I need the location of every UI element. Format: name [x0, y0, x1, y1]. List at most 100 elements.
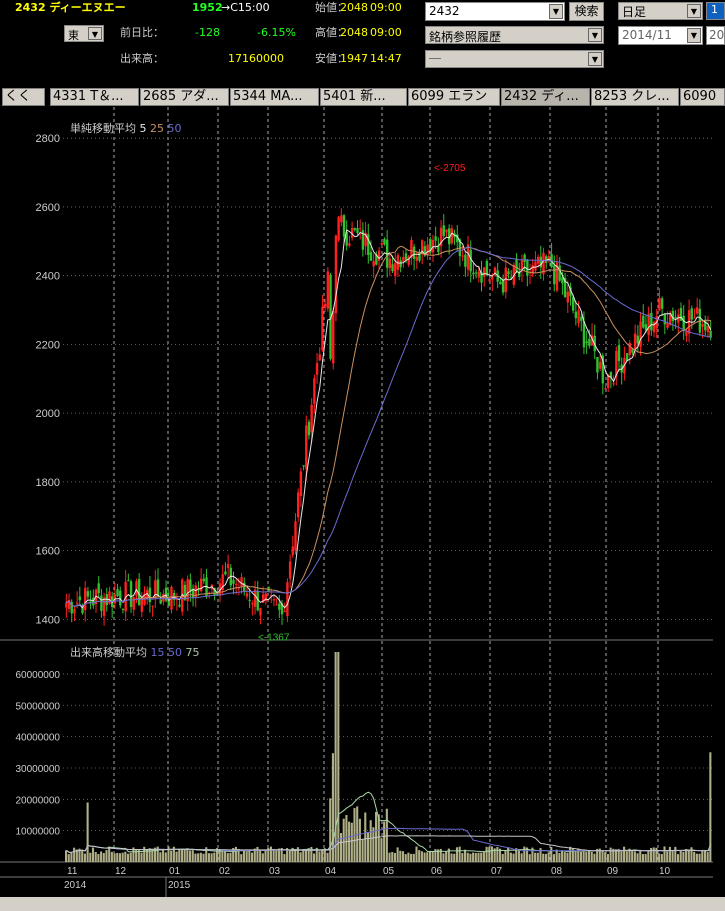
volume-bar [94, 851, 97, 862]
volume-bar [326, 852, 329, 862]
volume-bar [474, 852, 477, 862]
volume-bar [410, 853, 413, 862]
volume-bar [288, 850, 291, 862]
search-button[interactable]: 検索 [569, 2, 604, 21]
candle-body [326, 271, 330, 309]
volume-bar [269, 846, 272, 862]
candle-body [391, 264, 394, 272]
volume-bar [401, 851, 405, 862]
candle-body [437, 246, 440, 253]
x-tick-label: 09 [607, 866, 619, 877]
candle-body [342, 215, 346, 237]
tab-8253[interactable]: 8253 クレ... [591, 88, 679, 106]
volume-bar [380, 838, 383, 862]
candle-body [310, 404, 313, 433]
candle-body [340, 215, 343, 223]
current-price: 1952 [192, 1, 223, 14]
volume-bar [113, 853, 116, 862]
candle-body [499, 281, 502, 285]
candle-body [135, 581, 138, 597]
horizontal-scrollbar[interactable] [0, 897, 725, 911]
volume-bar [221, 850, 224, 862]
tab-2685[interactable]: 2685 アダ... [140, 88, 229, 106]
volume-bar [229, 852, 232, 862]
volume-bar [294, 849, 297, 862]
low-price: 1947 [340, 52, 368, 65]
tab-back[interactable]: くく [2, 88, 45, 106]
candle-body [78, 596, 82, 601]
volume-bar [450, 853, 453, 862]
chart-area[interactable]: 11 12 01 02 03 04 05 06 07 08 09 10 2014 2015 1400 1600… [0, 107, 713, 897]
candle-body [588, 338, 591, 346]
volume-bar [455, 847, 458, 862]
candle-body [493, 267, 497, 273]
volume-bar [485, 846, 488, 862]
volume-bar [466, 852, 469, 862]
volume-bar [561, 850, 564, 862]
candle-body [65, 602, 68, 608]
candle-body [116, 589, 119, 597]
volume-bar [488, 846, 491, 862]
volume-bar [175, 851, 178, 862]
vol-tick-label: 30000000 [16, 764, 61, 775]
volume-bar [504, 850, 507, 862]
volume-bar [110, 851, 113, 862]
volume-bar [318, 851, 321, 862]
y-tick-label: 1800 [36, 477, 60, 489]
volume-bar [606, 854, 609, 862]
candle-body [682, 315, 685, 331]
volume-bar [102, 853, 105, 862]
candle-body [86, 591, 90, 597]
candle-body [148, 587, 152, 603]
candle-body [332, 310, 335, 364]
volume-bar [679, 850, 682, 862]
chevron-down-icon: ▼ [549, 4, 563, 19]
market-select[interactable]: 東 ▼ [64, 25, 104, 42]
volume-bar [264, 850, 267, 862]
candle-body [477, 271, 481, 278]
price-time: →C15:00 [221, 1, 270, 14]
candle-body [574, 311, 578, 319]
high-time: 09:00 [370, 26, 402, 39]
candle-body [445, 229, 448, 233]
volume-bar [91, 847, 95, 862]
empty-select[interactable]: ― ▼ [425, 50, 604, 68]
tab-2432[interactable]: 2432 ディ... [501, 88, 590, 106]
volume-bar [342, 818, 345, 862]
candle-body [639, 321, 642, 347]
volume-bar [234, 846, 237, 862]
tab-4331[interactable]: 4331 T＆... [50, 88, 139, 106]
candle-body [119, 590, 122, 606]
date-select-2[interactable]: 20 [706, 26, 725, 45]
low-time: 14:47 [370, 52, 402, 65]
candle-body [183, 584, 187, 600]
open-price: 2048 [340, 1, 368, 14]
candle-body [383, 238, 386, 245]
period-select[interactable]: 日足 ▼ [618, 2, 703, 20]
volume-bar [245, 851, 248, 862]
tab-5401[interactable]: 5401 新... [320, 88, 407, 106]
candle-body [162, 593, 165, 602]
history-select[interactable]: 銘柄参照履歴 ▼ [425, 26, 604, 44]
volume-bar [703, 850, 707, 862]
blue-indicator[interactable]: 1 [706, 2, 725, 20]
volume-bar [388, 852, 391, 862]
candle-body [598, 361, 602, 369]
volume-bar [148, 848, 151, 862]
tab-5344[interactable]: 5344 MA... [230, 88, 319, 106]
volume-bar [461, 852, 464, 862]
volume-bar [213, 852, 216, 862]
volume-bar [652, 847, 655, 862]
candle-body [299, 471, 303, 497]
candle-body [178, 604, 181, 607]
tab-6090[interactable]: 6090 [680, 88, 725, 106]
volume-bar [224, 850, 227, 862]
candle-body [642, 315, 645, 328]
y-tick-label: 2800 [36, 133, 60, 145]
candle-body [636, 335, 640, 344]
tab-6099[interactable]: 6099 エラン [408, 88, 500, 106]
volume-bar [676, 854, 680, 862]
date-select[interactable]: 2014/11 ▼ [618, 26, 703, 45]
stock-search-input[interactable]: 2432 ▼ [425, 2, 565, 21]
chevron-down-icon: ▼ [687, 28, 701, 43]
